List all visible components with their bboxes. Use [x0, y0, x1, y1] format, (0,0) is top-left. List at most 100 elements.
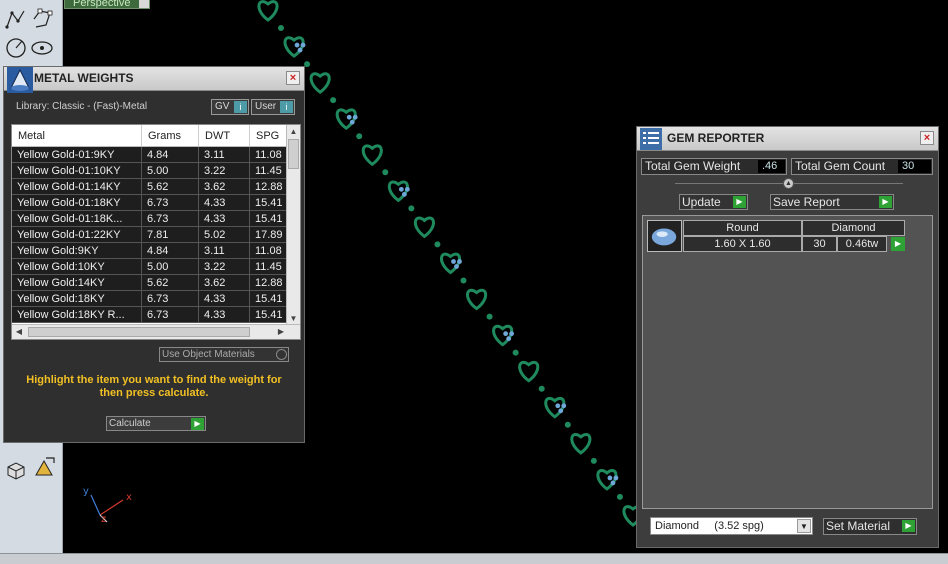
metal-table[interactable]: Metal Grams DWT SPG Yellow Gold-01:9KY 4.…	[11, 124, 301, 340]
calculate-go-icon[interactable]: ▶	[191, 418, 204, 430]
gem-stone	[454, 264, 459, 269]
chain-link	[309, 72, 331, 94]
chain-bead	[408, 205, 415, 212]
polyline-tool-icon[interactable]	[30, 7, 54, 31]
calculate-button[interactable]: Calculate ▶	[106, 416, 206, 431]
column-metal[interactable]: Metal	[12, 125, 142, 146]
metal-table-cell: Yellow Gold:9KY	[12, 243, 142, 258]
user-toggle[interactable]: User i	[251, 99, 295, 115]
metal-table-row[interactable]: Yellow Gold:18KY R... 6.73 4.33 15.41	[12, 307, 300, 323]
gem-reporter-titlebar[interactable]: GEM REPORTER ×	[637, 127, 938, 151]
metal-table-cell: Yellow Gold-01:9KY	[12, 147, 142, 162]
solid-box-icon[interactable]	[4, 458, 28, 482]
update-go-icon[interactable]: ▶	[733, 196, 746, 208]
update-button[interactable]: Update ▶	[679, 194, 748, 210]
metal-table-cell: 5.00	[142, 259, 199, 274]
gem-list[interactable]: Round Diamond 1.60 X 1.60 30 0.46tw ▶	[642, 215, 933, 509]
metal-table-cell: 4.84	[142, 147, 199, 162]
gv-toggle[interactable]: GV i	[211, 99, 249, 115]
chain-bead	[460, 277, 467, 284]
svg-text:x: x	[126, 492, 132, 503]
round-diamond-icon[interactable]	[647, 220, 682, 252]
metal-table-row[interactable]: Yellow Gold:9KY 4.84 3.11 11.08	[12, 243, 300, 259]
chain-link	[335, 108, 357, 131]
chain-link	[387, 180, 409, 203]
metal-table-cell: 11.08	[250, 147, 287, 162]
save-report-label: Save Report	[773, 195, 840, 209]
gem-reporter-title: GEM REPORTER	[667, 131, 765, 145]
material-select[interactable]: Diamond (3.52 spg) ▼	[650, 517, 813, 535]
metal-table-row[interactable]: Yellow Gold-01:22KY 7.81 5.02 17.89	[12, 227, 300, 243]
scroll-up-icon[interactable]: ▲	[287, 125, 300, 138]
metal-table-cell: 6.73	[142, 195, 199, 210]
gem-row-go-icon[interactable]: ▶	[891, 237, 905, 251]
metal-weights-close-icon[interactable]: ×	[286, 71, 300, 85]
chain-link	[466, 288, 488, 311]
column-spg[interactable]: SPG	[250, 125, 287, 146]
metal-table-row[interactable]: Yellow Gold-01:18K... 6.73 4.33 15.41	[12, 211, 300, 227]
metal-table-cell: 6.73	[142, 211, 199, 226]
gem-reporter-logo-icon	[640, 128, 662, 150]
metal-table-hscrollbar[interactable]: ◀ ▶	[12, 324, 300, 339]
set-material-button[interactable]: Set Material ▶	[823, 518, 917, 535]
metal-table-row[interactable]: Yellow Gold-01:9KY 4.84 3.11 11.08	[12, 147, 300, 163]
metal-table-cell: 4.33	[199, 307, 250, 322]
gem-reporter-close-icon[interactable]: ×	[920, 131, 934, 145]
circle-tool-icon[interactable]	[4, 36, 28, 60]
metal-weights-titlebar[interactable]: METAL WEIGHTS ×	[4, 67, 304, 93]
gem-stone	[555, 403, 561, 409]
solid-tool-icon[interactable]	[32, 455, 56, 479]
chain-link	[440, 252, 461, 275]
save-report-button[interactable]: Save Report ▶	[770, 194, 894, 210]
metal-table-row[interactable]: Yellow Gold-01:18KY 6.73 4.33 15.41	[12, 195, 300, 211]
user-info-icon: i	[280, 101, 293, 113]
gem-stone	[398, 186, 404, 192]
chain-link	[596, 469, 618, 491]
set-material-label: Set Material	[826, 519, 891, 533]
metal-table-row[interactable]: Yellow Gold:14KY 5.62 3.62 12.88	[12, 275, 300, 291]
svg-text:y: y	[83, 486, 89, 497]
gem-type: Diamond	[802, 220, 905, 236]
scroll-right-icon[interactable]: ▶	[274, 325, 288, 339]
save-report-go-icon[interactable]: ▶	[879, 196, 892, 208]
metal-table-cell: 11.45	[250, 259, 287, 274]
metal-table-cell: Yellow Gold:10KY	[12, 259, 142, 274]
gem-stone	[457, 259, 462, 264]
metal-table-row[interactable]: Yellow Gold-01:14KY 5.62 3.62 12.88	[12, 179, 300, 195]
vscroll-thumb[interactable]	[288, 139, 299, 169]
set-material-go-icon[interactable]: ▶	[902, 520, 915, 532]
chain-link	[283, 36, 305, 58]
metal-table-vscrollbar[interactable]: ▲ ▼	[286, 125, 300, 325]
gem-stone	[300, 42, 306, 48]
ellipse-tool-icon[interactable]	[30, 36, 54, 60]
metal-table-header: Metal Grams DWT SPG	[12, 125, 300, 147]
hscroll-thumb[interactable]	[28, 327, 250, 337]
chain-bead	[434, 241, 441, 248]
metal-table-cell: 15.41	[250, 307, 287, 322]
column-dwt[interactable]: DWT	[199, 125, 250, 146]
collapse-toggle-icon[interactable]: ▲	[783, 178, 794, 189]
metal-table-cell: 3.11	[199, 243, 250, 258]
gem-stone	[346, 114, 352, 120]
chevron-down-icon[interactable]: ▼	[797, 519, 811, 533]
total-gem-weight-field: Total Gem Weight .46	[641, 158, 787, 175]
metal-table-cell: 12.88	[250, 179, 287, 194]
metal-table-cell: Yellow Gold-01:22KY	[12, 227, 142, 242]
curve-tool-icon[interactable]	[4, 7, 28, 31]
radio-icon[interactable]	[276, 349, 287, 360]
metal-table-cell: 11.45	[250, 163, 287, 178]
chain-bead	[382, 169, 389, 176]
gem-size: 1.60 X 1.60	[683, 236, 802, 252]
metal-table-row[interactable]: Yellow Gold:10KY 5.00 3.22 11.45	[12, 259, 300, 275]
instruction-message: Highlight the item you want to find the …	[26, 374, 282, 399]
use-object-materials-checkbox[interactable]: Use Object Materials	[159, 347, 289, 362]
chain-link	[361, 144, 383, 167]
column-grams[interactable]: Grams	[142, 125, 199, 146]
metal-table-cell: 3.22	[199, 163, 250, 178]
metal-table-row[interactable]: Yellow Gold:18KY 6.73 4.33 15.41	[12, 291, 300, 307]
metal-table-cell: 15.41	[250, 211, 287, 226]
bracelet-chain-model	[257, 0, 644, 527]
scroll-left-icon[interactable]: ◀	[12, 325, 26, 339]
metal-table-row[interactable]: Yellow Gold-01:10KY 5.00 3.22 11.45	[12, 163, 300, 179]
metal-table-cell: 7.81	[142, 227, 199, 242]
